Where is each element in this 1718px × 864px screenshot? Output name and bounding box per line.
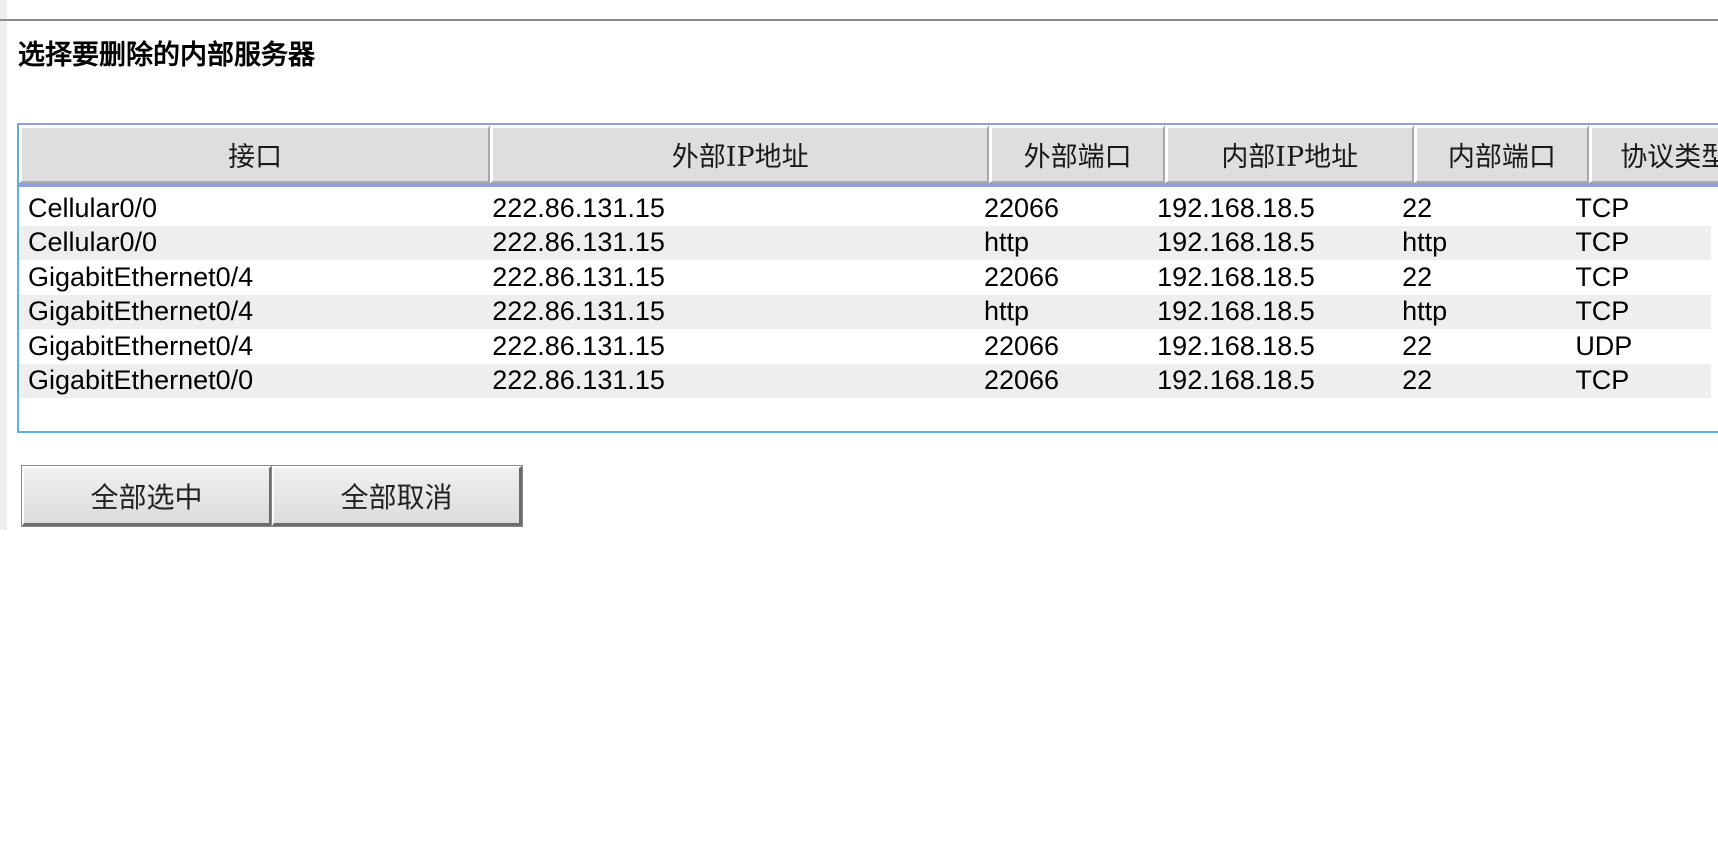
cell-internal-ip: 192.168.18.5	[1157, 365, 1315, 396]
cell-external-ip: 222.86.131.15	[492, 227, 665, 258]
deselect-all-button[interactable]: 全部取消	[271, 465, 523, 527]
cell-interface: GigabitEthernet0/0	[28, 365, 254, 396]
cell-protocol: TCP	[1575, 227, 1630, 258]
cell-external-ip: 222.86.131.15	[492, 330, 665, 361]
table-row[interactable]: GigabitEthernet0/4 222.86.131.15 22066 1…	[19, 329, 1718, 364]
cell-external-ip: 222.86.131.15	[492, 365, 665, 396]
table-row[interactable]: GigabitEthernet0/4 222.86.131.15 22066 1…	[19, 260, 1718, 295]
column-header-external-port[interactable]: 外部端口	[989, 125, 1165, 183]
cell-protocol: TCP	[1575, 261, 1630, 292]
cell-internal-port: 22	[1402, 365, 1433, 396]
cell-external-port: http	[983, 296, 1030, 327]
table-row[interactable]: GigabitEthernet0/0 222.86.131.15 22066 1…	[19, 363, 1718, 398]
left-edge-strip	[0, 0, 7, 530]
cell-protocol: TCP	[1575, 192, 1630, 223]
cell-internal-ip: 192.168.18.5	[1157, 192, 1315, 223]
cell-internal-ip: 192.168.18.5	[1157, 330, 1315, 361]
cell-external-port: 22066	[983, 192, 1060, 223]
cell-external-port: 22066	[983, 261, 1060, 292]
cell-internal-port: 22	[1402, 192, 1433, 223]
select-all-button[interactable]: 全部选中	[21, 465, 273, 527]
cell-protocol: TCP	[1575, 365, 1630, 396]
table-body: Cellular0/0 222.86.131.15 22066 192.168.…	[19, 191, 1718, 398]
cell-interface: Cellular0/0	[28, 227, 158, 258]
server-table: 接口 外部IP地址 外部端口 内部IP地址 内部端口 协议类型 Cellular…	[17, 123, 1718, 433]
cell-internal-port: http	[1402, 296, 1448, 327]
table-row[interactable]: GigabitEthernet0/4 222.86.131.15 http 19…	[19, 294, 1718, 329]
cell-interface: GigabitEthernet0/4	[28, 261, 254, 292]
cell-interface: Cellular0/0	[28, 192, 158, 223]
button-bar: 全部选中 全部取消	[21, 465, 523, 527]
cell-protocol: TCP	[1575, 296, 1630, 327]
column-header-external-ip[interactable]: 外部IP地址	[490, 125, 990, 183]
cell-external-ip: 222.86.131.15	[492, 296, 665, 327]
column-header-internal-port[interactable]: 内部端口	[1413, 125, 1590, 183]
table-row[interactable]: Cellular0/0 222.86.131.15 http 192.168.1…	[19, 225, 1718, 260]
top-divider	[0, 19, 1718, 21]
cell-interface: GigabitEthernet0/4	[28, 296, 254, 327]
cell-internal-port: http	[1402, 227, 1448, 258]
table-row[interactable]: Cellular0/0 222.86.131.15 22066 192.168.…	[19, 191, 1718, 226]
table-header-row: 接口 外部IP地址 外部端口 内部IP地址 内部端口 协议类型	[19, 125, 1718, 187]
cell-protocol: UDP	[1575, 330, 1633, 361]
cell-external-ip: 222.86.131.15	[492, 261, 665, 292]
cell-internal-port: 22	[1402, 261, 1433, 292]
cell-external-port: 22066	[983, 330, 1060, 361]
cell-internal-port: 22	[1402, 330, 1433, 361]
column-header-internal-ip[interactable]: 内部IP地址	[1164, 125, 1414, 183]
page-title: 选择要删除的内部服务器	[18, 40, 315, 71]
column-header-protocol[interactable]: 协议类型	[1589, 125, 1718, 183]
column-header-interface[interactable]: 接口	[19, 125, 491, 183]
cell-external-port: http	[983, 227, 1030, 258]
cell-external-ip: 222.86.131.15	[492, 192, 665, 223]
cell-internal-ip: 192.168.18.5	[1157, 296, 1315, 327]
cell-interface: GigabitEthernet0/4	[28, 330, 254, 361]
cell-internal-ip: 192.168.18.5	[1157, 227, 1315, 258]
cell-external-port: 22066	[983, 365, 1060, 396]
cell-internal-ip: 192.168.18.5	[1157, 261, 1315, 292]
